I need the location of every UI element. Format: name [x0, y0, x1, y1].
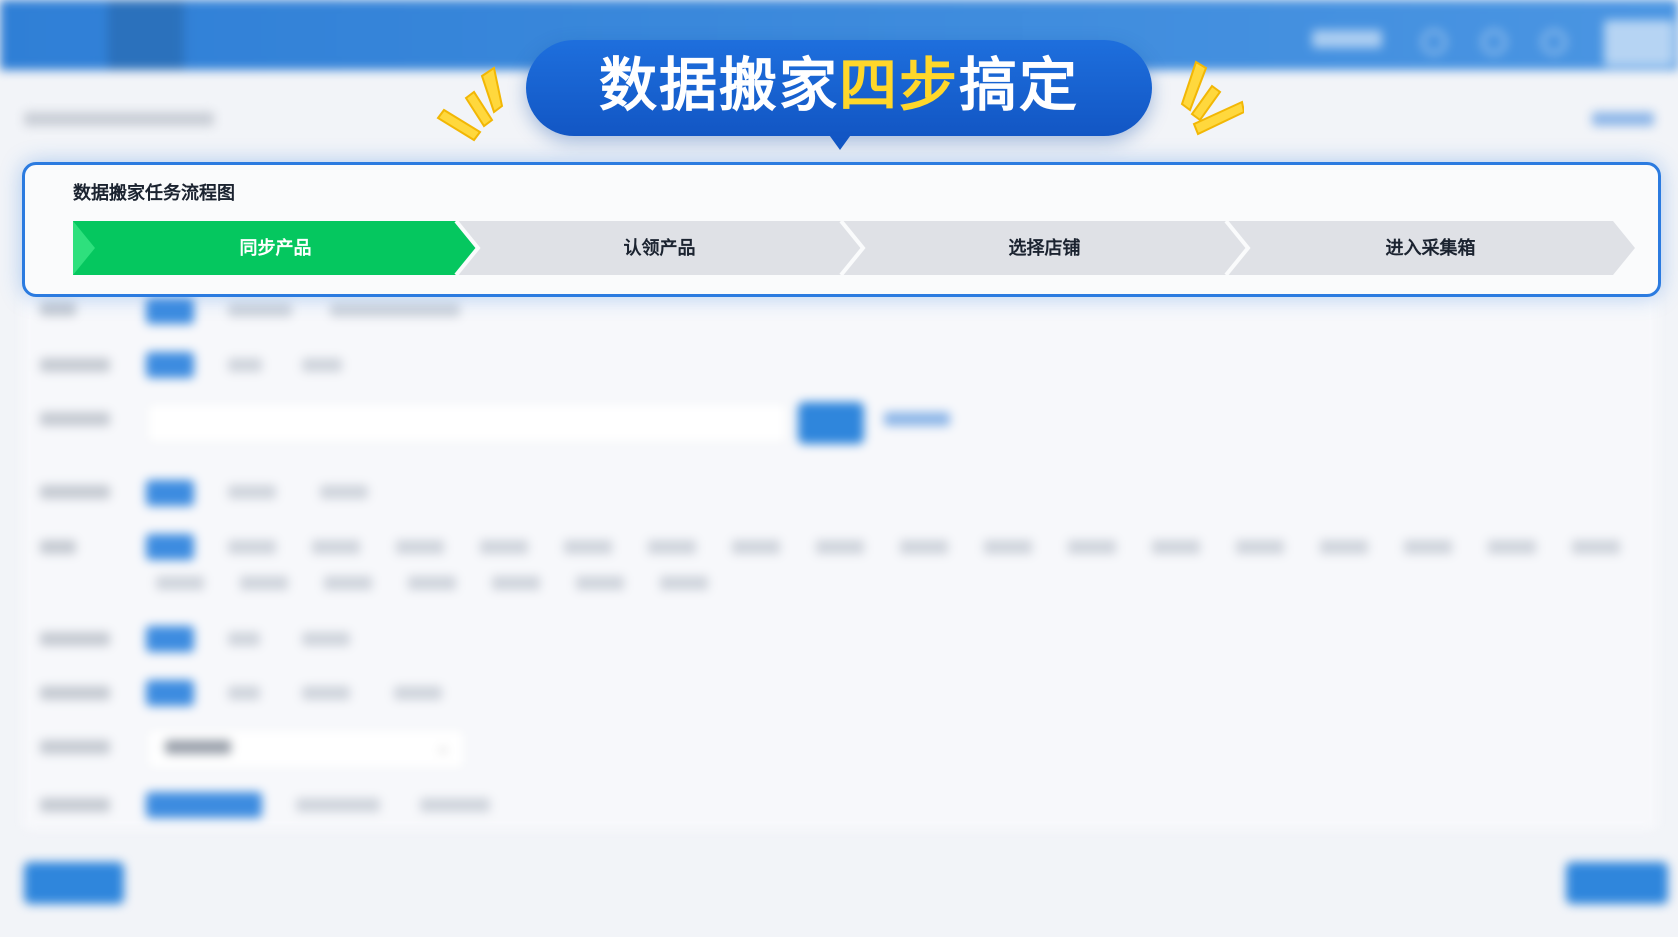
headline-part-2: 搞定	[959, 53, 1080, 118]
filter-option[interactable]	[296, 798, 380, 812]
filter-option[interactable]	[302, 358, 342, 372]
shop-select[interactable]: ⌄	[146, 728, 466, 770]
nav-item[interactable]	[284, 28, 328, 50]
filter-option[interactable]	[228, 632, 260, 646]
account-label[interactable]	[1312, 30, 1382, 48]
right-burst-icon	[1180, 60, 1244, 136]
site-options	[228, 540, 1628, 554]
notification-icon[interactable]	[1482, 30, 1506, 54]
left-burst-icon	[436, 66, 504, 142]
filter-chip[interactable]	[146, 534, 194, 560]
nav-item[interactable]	[204, 28, 248, 50]
breadcrumb	[24, 112, 214, 126]
filter-label	[40, 412, 110, 426]
help-link[interactable]	[1592, 112, 1654, 126]
filter-option[interactable]	[302, 632, 350, 646]
advanced-search-link[interactable]	[884, 412, 950, 426]
filter-option[interactable]	[394, 686, 442, 700]
headline-text: 数据搬家四步搞定	[599, 54, 1079, 118]
nav-item[interactable]	[108, 0, 184, 70]
avatar[interactable]	[1604, 20, 1674, 66]
filter-chip[interactable]	[146, 480, 194, 506]
filter-label	[40, 485, 110, 499]
search-input[interactable]	[146, 402, 788, 444]
filter-option[interactable]	[330, 303, 460, 317]
flow-title: 数据搬家任务流程图	[73, 183, 235, 203]
site-options	[156, 576, 716, 590]
headline-pointer	[827, 132, 853, 150]
filter-label	[40, 798, 110, 812]
filter-option[interactable]	[228, 358, 262, 372]
filter-option[interactable]	[228, 485, 276, 499]
help-icon[interactable]	[1422, 30, 1446, 54]
headline-highlight: 四步	[838, 53, 959, 118]
bell-icon[interactable]	[1542, 30, 1566, 54]
filter-chip[interactable]	[146, 792, 262, 818]
filter-option[interactable]	[228, 303, 292, 317]
filter-option[interactable]	[320, 485, 368, 499]
headline-part-1: 数据搬家	[598, 53, 839, 118]
select-value	[165, 740, 231, 754]
filter-option[interactable]	[420, 798, 490, 812]
batch-claim-button[interactable]	[24, 862, 124, 904]
step-3-label: 选择店铺	[1008, 238, 1081, 258]
flow-card: 数据搬家任务流程图 同步产品 认领产品 选择店铺 进入采集箱	[22, 162, 1661, 297]
step-1-label: 同步产品	[239, 238, 312, 258]
nav-item[interactable]	[44, 28, 88, 50]
filter-option[interactable]	[228, 686, 260, 700]
filter-label	[40, 632, 110, 646]
step-2-label: 认领产品	[623, 238, 696, 258]
headline-banner: 数据搬家四步搞定	[526, 40, 1152, 136]
filter-label	[40, 540, 76, 554]
filter-chip[interactable]	[146, 680, 194, 706]
step-4-label: 进入采集箱	[1385, 238, 1476, 258]
filter-label	[40, 358, 110, 372]
filter-chip[interactable]	[146, 626, 194, 652]
search-button[interactable]	[798, 402, 864, 444]
sync-products-button[interactable]	[1566, 862, 1668, 904]
nav-item[interactable]	[444, 28, 488, 50]
filter-label	[40, 740, 110, 754]
chevron-down-icon: ⌄	[437, 739, 449, 755]
filter-option[interactable]	[302, 686, 350, 700]
filter-chip[interactable]	[146, 298, 194, 324]
filter-label	[40, 686, 110, 700]
filter-chip[interactable]	[146, 352, 194, 378]
filter-label	[40, 302, 76, 316]
nav-item[interactable]	[364, 28, 408, 50]
